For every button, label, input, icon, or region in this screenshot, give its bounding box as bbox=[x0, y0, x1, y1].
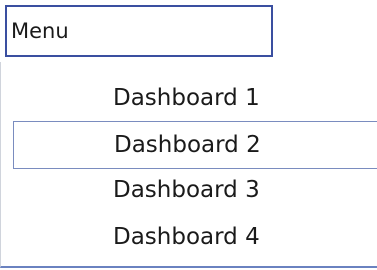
menu-item-dashboard-2[interactable]: Dashboard 2 bbox=[13, 121, 377, 169]
menu-button[interactable]: Menu bbox=[5, 5, 273, 57]
menu-item-label: Dashboard 4 bbox=[113, 224, 260, 250]
dropdown-menu: Dashboard 1 Dashboard 2 Dashboard 3 Dash… bbox=[0, 62, 377, 268]
menu-item-label: Dashboard 1 bbox=[113, 85, 260, 111]
menu-item-label: Dashboard 2 bbox=[114, 132, 261, 158]
menu-item-dashboard-3[interactable]: Dashboard 3 bbox=[13, 166, 377, 214]
menu-button-label: Menu bbox=[11, 19, 69, 43]
menu-item-dashboard-1[interactable]: Dashboard 1 bbox=[13, 74, 377, 122]
menu-item-dashboard-4[interactable]: Dashboard 4 bbox=[13, 213, 377, 261]
menu-item-label: Dashboard 3 bbox=[113, 177, 260, 203]
